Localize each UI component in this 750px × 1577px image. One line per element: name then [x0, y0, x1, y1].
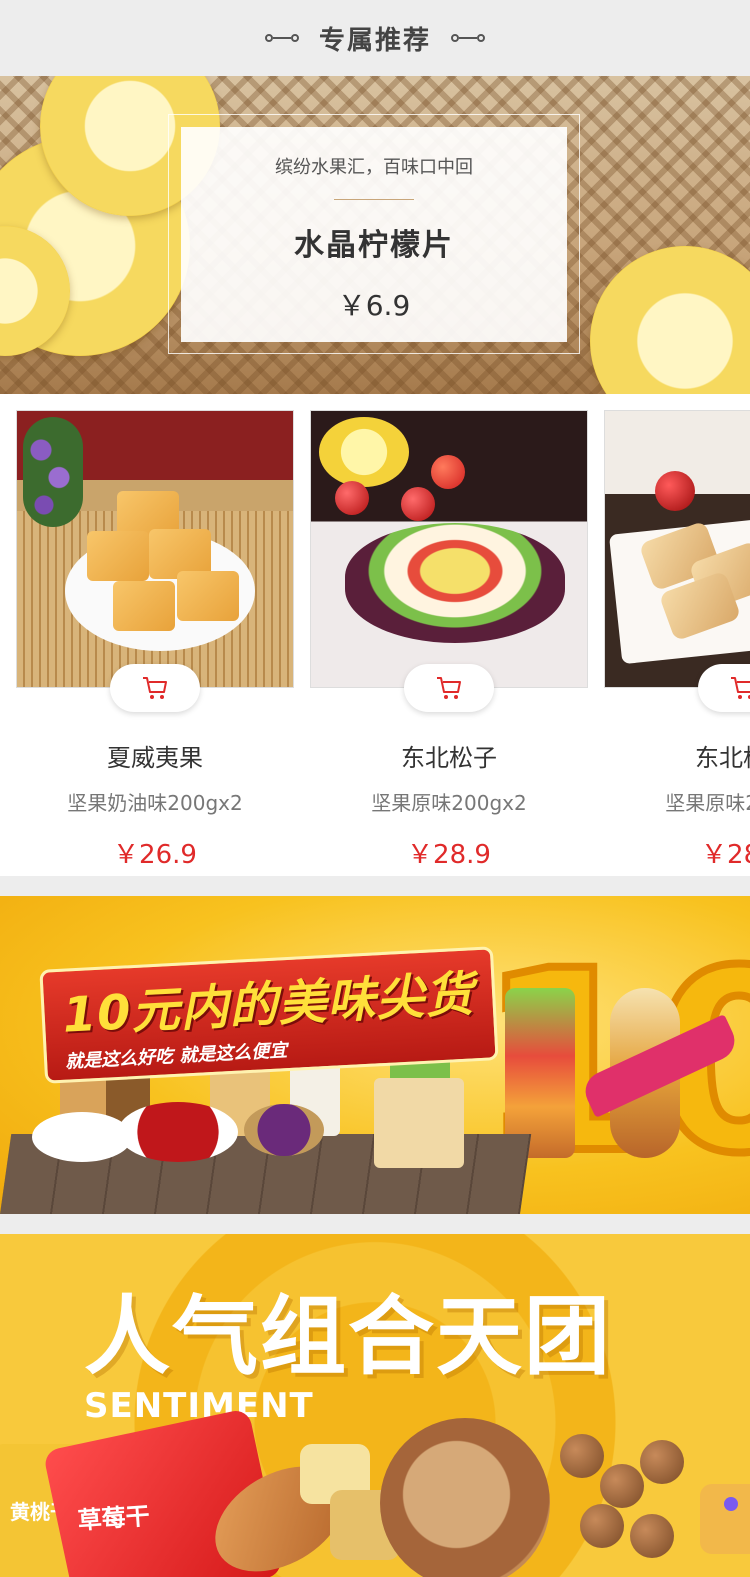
- product-price: ￥28.9: [407, 840, 491, 870]
- product-price: ￥26.9: [113, 840, 197, 870]
- product-card[interactable]: 夏威夷果 坚果奶油味200gx2 ￥26.9: [16, 410, 294, 871]
- popular-combo-banner[interactable]: 人气组合天团 SENTIMENT 黄桃干 草莓干: [0, 1234, 750, 1577]
- product-description: 坚果原味200gx2: [665, 791, 750, 815]
- add-to-cart-button[interactable]: [404, 664, 494, 712]
- cart-icon: [437, 677, 461, 699]
- right-decoration-icon: [451, 32, 485, 44]
- hero-price: ￥6.9: [337, 289, 411, 322]
- nut-ball-image: [630, 1514, 674, 1558]
- date-bowl-image: [118, 1102, 238, 1162]
- add-to-cart-button[interactable]: [698, 664, 750, 712]
- left-decoration-icon: [264, 32, 299, 44]
- snack-box-image: [374, 1078, 464, 1168]
- product-description: 坚果原味200gx2: [371, 791, 527, 815]
- red-pack-text: 草莓干: [76, 1501, 151, 1535]
- combo-title: 人气组合天团: [84, 1287, 612, 1387]
- lemon-slice-image: [590, 246, 750, 394]
- product-name: 夏威夷果: [107, 744, 203, 772]
- ten-yuan-banner[interactable]: 10 10元内的美味尖货 就是这么好吃 就是这么便宜: [0, 896, 750, 1214]
- cake-image: [700, 1484, 750, 1554]
- pecan-image: [380, 1418, 550, 1577]
- section-header: 专属推荐: [0, 0, 750, 76]
- product-description: 坚果奶油味200gx2: [67, 791, 243, 815]
- product-image[interactable]: [16, 410, 294, 688]
- floating-dot-button[interactable]: [724, 1497, 738, 1511]
- hero-subtitle: 缤纷水果汇，百味口中回: [275, 157, 473, 178]
- product-name: 东北松子: [695, 744, 750, 772]
- fruit-fill-image: [505, 988, 575, 1158]
- hero-divider: [334, 199, 414, 200]
- hero-product-name: 水晶柠檬片: [294, 228, 454, 263]
- cart-icon: [731, 677, 750, 699]
- section-title: 专属推荐: [318, 25, 431, 56]
- nut-ball-image: [560, 1434, 604, 1478]
- product-image[interactable]: [604, 410, 750, 688]
- cart-icon: [143, 677, 167, 699]
- product-carousel[interactable]: 夏威夷果 坚果奶油味200gx2 ￥26.9 东北松子 坚果原味200gx2 ￥…: [0, 394, 750, 876]
- product-card[interactable]: 东北松子 坚果原味200gx2 ￥28.9: [310, 410, 588, 871]
- bean-basket-image: [244, 1104, 324, 1156]
- nut-ball-image: [580, 1504, 624, 1548]
- product-name: 东北松子: [401, 744, 497, 772]
- product-card[interactable]: 东北松子 坚果原味200gx2 ￥28.9: [604, 410, 750, 871]
- nut-ball-image: [600, 1464, 644, 1508]
- hero-card[interactable]: 缤纷水果汇，百味口中回 水晶柠檬片 ￥6.9: [181, 127, 567, 342]
- add-to-cart-button[interactable]: [110, 664, 200, 712]
- product-price: ￥28.9: [701, 840, 750, 870]
- cookie-bowl-image: [32, 1112, 132, 1162]
- product-image[interactable]: [310, 410, 588, 688]
- flower-decoration: [23, 417, 83, 527]
- ten-yuan-title-badge: 10元内的美味尖货 就是这么好吃 就是这么便宜: [39, 946, 499, 1084]
- nut-ball-image: [640, 1440, 684, 1484]
